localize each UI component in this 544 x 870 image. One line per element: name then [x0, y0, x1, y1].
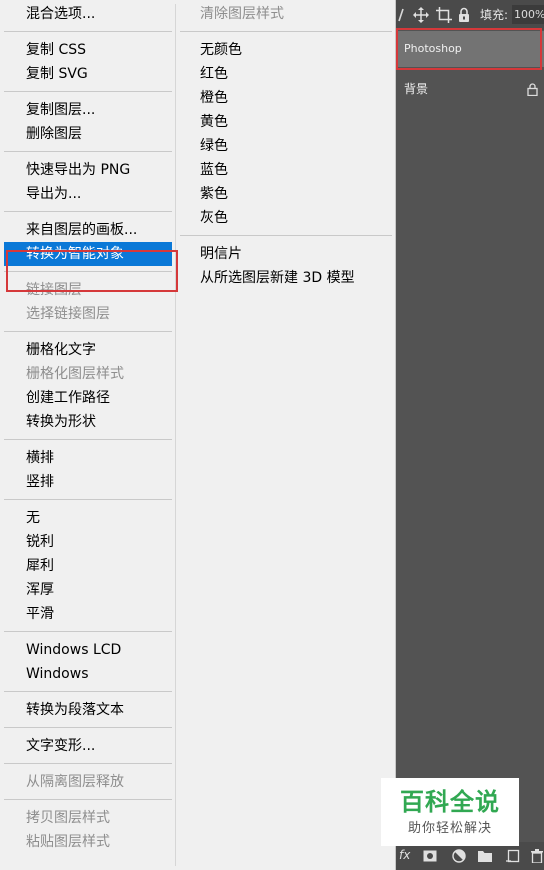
new-layer-icon[interactable]	[506, 849, 520, 863]
brush-lock-icon[interactable]	[398, 7, 404, 23]
menu-item-28[interactable]: 浑厚	[4, 578, 172, 602]
menu-item-2[interactable]: 无颜色	[176, 38, 392, 62]
adjustment-icon[interactable]	[452, 849, 466, 863]
menu-item-12[interactable]: 从所选图层新建 3D 模型	[176, 266, 392, 290]
menu-item-7[interactable]: 蓝色	[176, 158, 392, 182]
menu-item-8[interactable]: 快速导出为 PNG	[4, 158, 172, 182]
menu-separator	[180, 235, 392, 236]
menu-item-9[interactable]: 灰色	[176, 206, 392, 230]
menu-item-34[interactable]: 转换为段落文本	[4, 698, 172, 722]
menu-separator	[4, 799, 172, 800]
menu-item-19[interactable]: 创建工作路径	[4, 386, 172, 410]
menu-item-20[interactable]: 转换为形状	[4, 410, 172, 434]
menu-item-40: 拷贝图层样式	[26, 810, 110, 826]
menu-item-15: 选择链接图层	[26, 306, 110, 322]
layers-lock-toolbar: 填充: 100%	[396, 0, 544, 30]
menu-separator	[4, 439, 172, 440]
menu-item-32[interactable]: Windows	[4, 662, 172, 686]
menu-item-11[interactable]: 明信片	[176, 242, 392, 266]
mask-icon[interactable]	[423, 849, 437, 863]
menu-separator	[4, 91, 172, 92]
fill-label: 填充:	[480, 8, 509, 22]
menu-item-2[interactable]: 复制 CSS	[4, 38, 172, 62]
layer-name: 背景	[404, 82, 429, 96]
move-lock-icon[interactable]	[413, 7, 429, 23]
menu-item-27[interactable]: 犀利	[4, 554, 172, 578]
menu-item-5[interactable]: 黄色	[176, 110, 392, 134]
menu-item-5[interactable]: 复制图层...	[4, 98, 172, 122]
artboard-lock-icon[interactable]	[436, 7, 452, 23]
layer-row-background[interactable]: 背景	[396, 71, 544, 107]
menu-item-6[interactable]: 绿色	[176, 134, 392, 158]
menu-item-29[interactable]: 平滑	[4, 602, 172, 626]
menu-separator	[4, 31, 172, 32]
fx-icon[interactable]: fx	[399, 848, 410, 862]
layers-bottom-bar: fx	[396, 842, 544, 870]
fill-value-input[interactable]: 100%	[512, 5, 544, 24]
menu-separator	[4, 211, 172, 212]
menu-separator	[4, 271, 172, 272]
menu-separator	[4, 499, 172, 500]
menu-item-41: 粘贴图层样式	[26, 834, 110, 850]
menu-item-36[interactable]: 文字变形...	[4, 734, 172, 758]
menu-item-25[interactable]: 无	[4, 506, 172, 530]
menu-separator	[4, 691, 172, 692]
menu-item-0[interactable]: 混合选项...	[4, 2, 172, 26]
menu-separator	[180, 31, 392, 32]
menu-item-11[interactable]: 来自图层的画板...	[4, 218, 172, 242]
watermark-subtitle: 助你轻松解决	[407, 821, 492, 836]
menu-item-8[interactable]: 紫色	[176, 182, 392, 206]
layer-context-menu: 混合选项... 复制 CSS 复制 SVG 复制图层... 删除图层快速导出为 PNG 导…	[0, 0, 396, 870]
layers-panel: 填充: 100% Photoshop 背景 fx	[396, 0, 544, 870]
menu-separator	[4, 331, 172, 332]
menu-item-6[interactable]: 删除图层	[4, 122, 172, 146]
watermark-logo: 百科全说 助你轻松解决	[381, 778, 519, 846]
menu-item-22[interactable]: 横排	[4, 446, 172, 470]
menu-item-14: 链接图层	[26, 282, 82, 298]
menu-separator	[4, 727, 172, 728]
menu-separator	[4, 151, 172, 152]
menu-item-31[interactable]: Windows LCD	[4, 638, 172, 662]
menu-separator	[4, 763, 172, 764]
menu-item-18: 栅格化图层样式	[26, 366, 124, 382]
folder-icon[interactable]	[477, 849, 493, 863]
menu-item-3[interactable]: 复制 SVG	[4, 62, 172, 86]
menu-separator	[4, 631, 172, 632]
menu-item-0: 清除图层样式	[200, 6, 284, 22]
lock-icon[interactable]	[458, 7, 470, 23]
layer-row-photoshop[interactable]: Photoshop	[396, 31, 544, 67]
watermark-title: 百科全说	[400, 788, 500, 816]
menu-item-38: 从隔离图层释放	[26, 774, 124, 790]
menu-item-23[interactable]: 竖排	[4, 470, 172, 494]
menu-item-9[interactable]: 导出为...	[4, 182, 172, 206]
menu-item-3[interactable]: 红色	[176, 62, 392, 86]
menu-item-26[interactable]: 锐利	[4, 530, 172, 554]
menu-item-17[interactable]: 栅格化文字	[4, 338, 172, 362]
menu-item-convert-to-smart-object[interactable]: 转换为智能对象	[4, 242, 172, 266]
layer-name: Photoshop	[404, 42, 462, 55]
menu-item-4[interactable]: 橙色	[176, 86, 392, 110]
layer-lock-icon	[527, 83, 538, 100]
trash-icon[interactable]	[531, 849, 543, 864]
